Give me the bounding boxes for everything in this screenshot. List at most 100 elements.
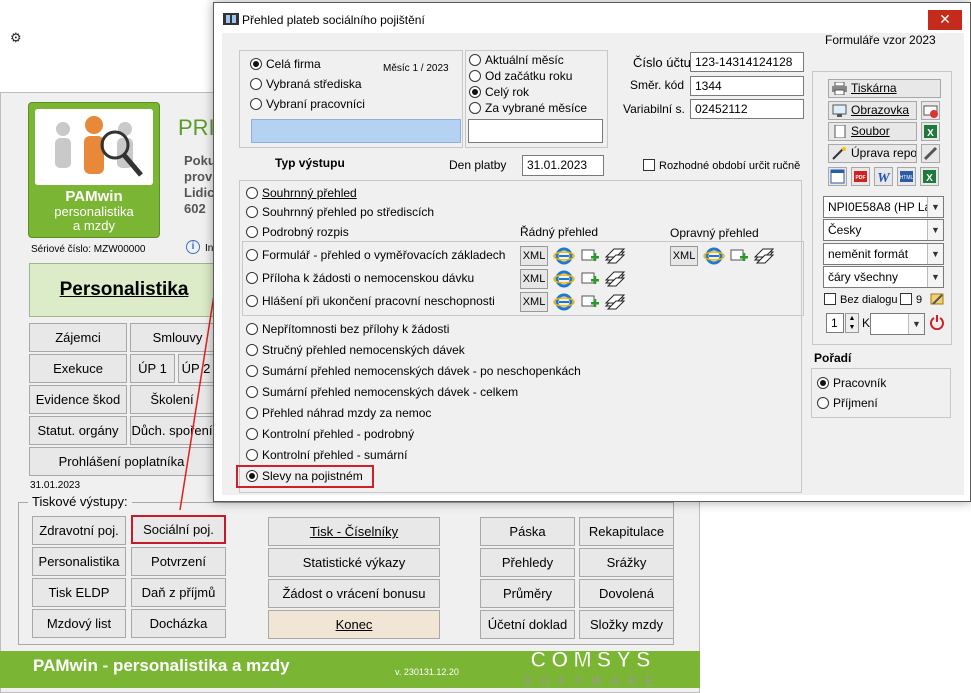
edit-report-label: Úprava report bbox=[851, 146, 917, 160]
add-file-icon[interactable] bbox=[729, 246, 751, 266]
report-podrobny[interactable]: Podrobný rozpis bbox=[246, 224, 349, 241]
k-select[interactable]: ▼ bbox=[870, 313, 925, 335]
order-prijmeni[interactable]: Příjmení bbox=[817, 395, 878, 412]
chevron-down-icon: ▼ bbox=[927, 244, 943, 264]
order-label: Pořadí bbox=[814, 351, 852, 365]
screen-button[interactable]: Obrazovka bbox=[828, 101, 917, 120]
period-label-2: Celý rok bbox=[485, 85, 530, 99]
period-od-zacatku[interactable]: Od začátku roku bbox=[469, 68, 572, 85]
gear-icon[interactable]: ⚙ bbox=[10, 31, 24, 45]
svg-text:X: X bbox=[927, 128, 934, 139]
report-nahrady[interactable]: Přehled náhrad mzdy za nemoc bbox=[246, 405, 431, 422]
variable-field[interactable]: 02452112 bbox=[690, 99, 804, 119]
excel-export-icon[interactable]: X bbox=[920, 167, 939, 186]
report-label-5: Hlášení při ukončení pracovní neschopnos… bbox=[262, 294, 495, 308]
report-hlaseni[interactable]: Hlášení při ukončení pracovní neschopnos… bbox=[246, 293, 495, 310]
language-select-value: Česky bbox=[828, 223, 862, 237]
html-icon[interactable]: HTML bbox=[897, 167, 916, 186]
file-button[interactable]: Soubor bbox=[828, 122, 917, 141]
stack-icon[interactable] bbox=[604, 269, 626, 289]
period-aktualni[interactable]: Aktuální měsíc bbox=[469, 52, 564, 69]
report-label-4: Příloha k žádosti o nemocenskou dávku bbox=[262, 271, 475, 285]
svg-text:X: X bbox=[926, 173, 933, 184]
scope-selection-field[interactable] bbox=[251, 119, 461, 143]
report-souhrnny[interactable]: Souhrnný přehled bbox=[246, 185, 357, 202]
xml-export-button[interactable]: XML bbox=[520, 269, 548, 289]
account-field[interactable]: 123-14314124128 bbox=[690, 52, 804, 72]
calendar-icon[interactable] bbox=[828, 167, 847, 186]
report-label-3: Formulář - přehled o vyměřovacích základ… bbox=[262, 248, 506, 262]
close-button[interactable]: ✕ bbox=[928, 10, 962, 30]
scope-cela-firma[interactable]: Celá firma bbox=[250, 56, 321, 73]
copies-field[interactable]: 1 bbox=[826, 313, 844, 333]
scope-pracovnici[interactable]: Vybraní pracovníci bbox=[250, 96, 365, 113]
report-label-10: Přehled náhrad mzdy za nemoc bbox=[262, 406, 432, 420]
bank-code-label: Směr. kód bbox=[630, 78, 685, 92]
xml-export-button[interactable]: XML bbox=[520, 292, 548, 312]
add-file-icon[interactable] bbox=[580, 246, 602, 266]
highlight-box bbox=[236, 465, 374, 488]
output-type-label: Typ výstupu bbox=[275, 156, 345, 170]
report-kontrolni-sumarni[interactable]: Kontrolní přehled - sumární bbox=[246, 447, 407, 464]
order-label-1: Příjmení bbox=[833, 396, 878, 410]
ie-icon[interactable] bbox=[553, 292, 575, 312]
order-pracovnik[interactable]: Pracovník bbox=[817, 375, 886, 392]
report-priloha[interactable]: Příloha k žádosti o nemocenskou dávku bbox=[246, 270, 474, 287]
excel-icon[interactable]: X bbox=[921, 122, 940, 141]
printer-label: Tiskárna bbox=[851, 81, 897, 95]
printer-button[interactable]: Tiskárna bbox=[828, 79, 941, 98]
screen-label: Obrazovka bbox=[851, 103, 910, 117]
chevron-down-icon: ▼ bbox=[908, 314, 924, 334]
add-file-icon[interactable] bbox=[580, 269, 602, 289]
copies-spinner[interactable]: ▲ ▼ bbox=[845, 313, 859, 333]
lines-select[interactable]: čáry všechny ▼ bbox=[823, 266, 944, 288]
months-field[interactable] bbox=[468, 119, 603, 143]
report-souhrnny-strediska[interactable]: Souhrnný přehled po střediscích bbox=[246, 204, 434, 221]
stack-icon[interactable] bbox=[604, 292, 626, 312]
period-cely-rok[interactable]: Celý rok bbox=[469, 84, 529, 101]
pay-date-field[interactable]: 31.01.2023 bbox=[522, 155, 604, 176]
svg-text:PDF: PDF bbox=[856, 175, 866, 181]
format-select[interactable]: neměnit formát ▼ bbox=[823, 243, 944, 265]
report-formular[interactable]: Formulář - přehled o vyměřovacích základ… bbox=[246, 247, 505, 264]
word-icon[interactable]: W bbox=[874, 167, 893, 186]
manual-period-checkbox[interactable]: Rozhodné období určit ručně bbox=[643, 159, 800, 172]
language-select[interactable]: Česky ▼ bbox=[823, 219, 944, 241]
ie-icon[interactable] bbox=[553, 269, 575, 289]
ie-icon[interactable] bbox=[553, 246, 575, 266]
bank-code-field[interactable]: 1344 bbox=[690, 76, 804, 96]
report-sumarni-celkem[interactable]: Sumární přehled nemocenských dávek - cel… bbox=[246, 384, 518, 401]
report-sumarni-neschopenky[interactable]: Sumární přehled nemocenských dávek - po … bbox=[246, 363, 581, 380]
account-label: Číslo účtu bbox=[633, 55, 691, 70]
settings-icon[interactable] bbox=[929, 291, 945, 307]
printer-icon bbox=[832, 81, 847, 96]
report-label-6: Nepřítomnosti bez přílohy k žádosti bbox=[262, 322, 450, 336]
pdf-icon[interactable]: PDF bbox=[851, 167, 870, 186]
period-label-0: Aktuální měsíc bbox=[485, 53, 564, 67]
nine-label: 9 bbox=[916, 294, 923, 306]
pencil-icon[interactable] bbox=[921, 144, 940, 163]
report-strucny[interactable]: Stručný přehled nemocenských dávek bbox=[246, 342, 465, 359]
form-year-label: Formuláře vzor 2023 bbox=[825, 33, 936, 47]
report-nepritomnosti[interactable]: Nepřítomnosti bez přílohy k žádosti bbox=[246, 321, 449, 338]
nine-checkbox[interactable]: 9 bbox=[900, 293, 922, 306]
film-icon bbox=[222, 12, 240, 26]
add-file-icon[interactable] bbox=[580, 292, 602, 312]
dialog-titlebar[interactable]: Přehled plateb sociálního pojištění ✕ bbox=[214, 3, 970, 33]
stack-icon[interactable] bbox=[604, 246, 626, 266]
order-label-0: Pracovník bbox=[833, 376, 887, 390]
email-icon[interactable] bbox=[921, 101, 940, 120]
xml-corrective-button[interactable]: XML bbox=[670, 246, 698, 266]
xml-export-button[interactable]: XML bbox=[520, 246, 548, 266]
period-vybrane[interactable]: Za vybrané měsíce bbox=[469, 100, 587, 117]
printer-select[interactable]: NPI0E58A8 (HP LaserJet▼ bbox=[823, 196, 944, 218]
edit-report-button[interactable]: Úprava report bbox=[828, 144, 917, 163]
stack-icon[interactable] bbox=[753, 246, 775, 266]
scope-strediska[interactable]: Vybraná střediska bbox=[250, 76, 362, 93]
power-icon[interactable] bbox=[929, 314, 945, 331]
report-kontrolni-podrobny[interactable]: Kontrolní přehled - podrobný bbox=[246, 426, 414, 443]
chevron-down-icon: ▼ bbox=[927, 267, 943, 287]
no-dialog-checkbox[interactable]: Bez dialogu bbox=[824, 293, 898, 306]
ie-icon[interactable] bbox=[703, 246, 725, 266]
period-label-1: Od začátku roku bbox=[485, 69, 573, 83]
